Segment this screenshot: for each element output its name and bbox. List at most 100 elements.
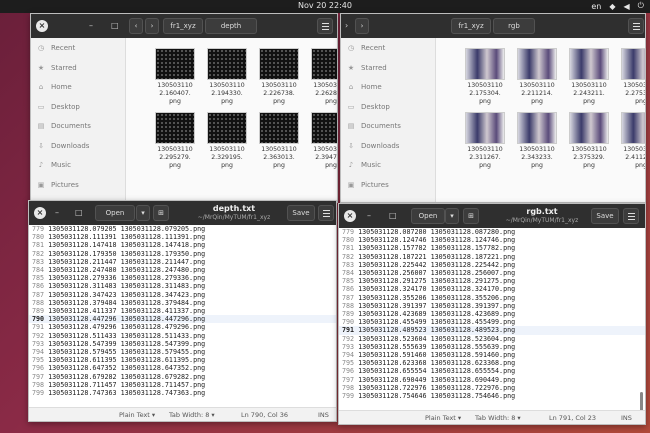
file-item[interactable]: 130503110 2.175304. png bbox=[458, 48, 512, 106]
maximize-button[interactable]: □ bbox=[111, 21, 119, 30]
text-line[interactable]: 781 1305031128.147418 1305031128.147418.… bbox=[29, 241, 336, 249]
text-line[interactable]: 796 1305031128.655554 1305031128.655554.… bbox=[339, 367, 645, 375]
text-line[interactable]: 783 1305031128.211447 1305031128.211447.… bbox=[29, 258, 336, 266]
text-line[interactable]: 782 1305031128.187221 1305031128.187221.… bbox=[339, 253, 645, 261]
forward-button[interactable]: › bbox=[145, 18, 159, 34]
menu-icon[interactable] bbox=[318, 205, 334, 221]
minimize-button[interactable]: – bbox=[55, 208, 59, 217]
sidebar-item[interactable]: ⌂ Home bbox=[37, 83, 72, 91]
text-line[interactable]: 792 1305031128.511433 1305031128.511433.… bbox=[29, 332, 336, 340]
text-line[interactable]: 799 1305031128.754646 1305031128.754646.… bbox=[339, 392, 645, 400]
file-item[interactable]: 130503110 2.194330. png bbox=[200, 48, 254, 106]
language-indicator[interactable]: en bbox=[591, 2, 601, 11]
file-item[interactable]: 130503110 2.311267. png bbox=[458, 112, 512, 170]
sidebar-item[interactable]: ⌂ Home bbox=[347, 83, 382, 91]
language-selector[interactable]: Plain Text ▾ bbox=[119, 411, 155, 419]
text-line[interactable]: 794 1305031128.591460 1305031128.591460.… bbox=[339, 351, 645, 359]
menu-icon[interactable] bbox=[623, 208, 639, 224]
text-line[interactable]: 786 1305031128.311483 1305031128.311483.… bbox=[29, 282, 336, 290]
maximize-button[interactable]: □ bbox=[75, 208, 83, 217]
text-line[interactable]: 793 1305031128.555639 1305031128.555639.… bbox=[339, 343, 645, 351]
sidebar-item[interactable]: ▤ Documents bbox=[37, 122, 91, 130]
menu-icon[interactable] bbox=[317, 18, 333, 34]
text-line[interactable]: 788 1305031128.391397 1305031128.391397.… bbox=[339, 302, 645, 310]
tab-width-selector[interactable]: Tab Width: 8 ▾ bbox=[169, 411, 215, 419]
text-line[interactable]: 779 1305031128.087280 1305031128.087280.… bbox=[339, 228, 645, 236]
path-current-button[interactable]: rgb bbox=[493, 18, 535, 34]
file-item[interactable]: 1305031102.411258.png bbox=[614, 112, 645, 170]
maximize-button[interactable]: □ bbox=[389, 211, 397, 220]
language-selector[interactable]: Plain Text ▾ bbox=[425, 414, 461, 422]
file-item[interactable]: 130503110 2.375329. png bbox=[562, 112, 616, 170]
text-line[interactable]: 784 1305031128.256007 1305031128.256007.… bbox=[339, 269, 645, 277]
sidebar-item[interactable]: ★ Starred bbox=[37, 64, 77, 72]
text-line[interactable]: 784 1305031128.247480 1305031128.247480.… bbox=[29, 266, 336, 274]
text-line[interactable]: 797 1305031128.690449 1305031128.690449.… bbox=[339, 376, 645, 384]
file-item[interactable]: 130503110 2.363013. png bbox=[252, 112, 306, 170]
editor-text-area[interactable]: 779 1305031128.079205 1305031128.079205.… bbox=[29, 225, 336, 407]
text-line[interactable]: 792 1305031128.523604 1305031128.523604.… bbox=[339, 335, 645, 343]
file-item[interactable]: 130503110 2.160407. png bbox=[148, 48, 202, 106]
sidebar-item[interactable]: ▣ Pictures bbox=[347, 181, 389, 189]
forward-button[interactable]: › bbox=[355, 18, 369, 34]
path-current-button[interactable]: depth bbox=[205, 18, 257, 34]
file-item[interactable]: 130503110 2.243211. png bbox=[562, 48, 616, 106]
open-dropdown-button[interactable]: ▾ bbox=[445, 208, 459, 224]
text-line[interactable]: 781 1305031128.157782 1305031128.157782.… bbox=[339, 244, 645, 252]
text-line[interactable]: 790 1305031128.447296 1305031128.447296.… bbox=[29, 315, 336, 324]
sidebar-item[interactable]: ◷ Recent bbox=[347, 44, 385, 52]
new-document-button[interactable]: ⊞ bbox=[463, 208, 479, 224]
text-line[interactable]: 788 1305031128.379484 1305031128.379484.… bbox=[29, 299, 336, 307]
text-line[interactable]: 783 1305031128.225442 1305031128.225442.… bbox=[339, 261, 645, 269]
text-line[interactable]: 795 1305031128.611395 1305031128.611395.… bbox=[29, 356, 336, 364]
text-line[interactable]: 779 1305031128.079205 1305031128.079205.… bbox=[29, 225, 336, 233]
editor-text-area[interactable]: 779 1305031128.087280 1305031128.087280.… bbox=[339, 228, 645, 410]
insert-mode[interactable]: INS bbox=[318, 411, 329, 419]
text-line[interactable]: 791 1305031128.479296 1305031128.479296.… bbox=[29, 323, 336, 331]
clock[interactable]: Nov 20 22:40 bbox=[0, 1, 650, 10]
text-line[interactable]: 786 1305031128.324170 1305031128.324170.… bbox=[339, 285, 645, 293]
back-button[interactable]: › bbox=[345, 21, 348, 30]
text-line[interactable]: 787 1305031128.347423 1305031128.347423.… bbox=[29, 291, 336, 299]
menu-icon[interactable] bbox=[628, 18, 644, 34]
open-dropdown-button[interactable]: ▾ bbox=[136, 205, 150, 221]
text-line[interactable]: 794 1305031128.579455 1305031128.579455.… bbox=[29, 348, 336, 356]
minimize-button[interactable]: – bbox=[367, 211, 371, 220]
text-line[interactable]: 780 1305031128.111391 1305031128.111391.… bbox=[29, 233, 336, 241]
close-button[interactable]: × bbox=[344, 210, 356, 222]
text-line[interactable]: 787 1305031128.355206 1305031128.355206.… bbox=[339, 294, 645, 302]
text-line[interactable]: 793 1305031128.547399 1305031128.547399.… bbox=[29, 340, 336, 348]
power-icon[interactable]: ⏻ bbox=[638, 1, 644, 11]
cursor-position[interactable]: Ln 790, Col 36 bbox=[241, 411, 288, 419]
close-button[interactable]: × bbox=[36, 20, 48, 32]
save-button[interactable]: Save bbox=[287, 205, 315, 221]
file-item[interactable]: 130503110 2.329195. png bbox=[200, 112, 254, 170]
text-line[interactable]: 798 1305031128.711457 1305031128.711457.… bbox=[29, 381, 336, 389]
minimize-button[interactable]: – bbox=[89, 21, 93, 30]
text-line[interactable]: 782 1305031128.179350 1305031128.179350.… bbox=[29, 250, 336, 258]
sidebar-item[interactable]: ♪ Music bbox=[347, 161, 381, 169]
save-button[interactable]: Save bbox=[591, 208, 619, 224]
text-line[interactable]: 789 1305031128.423689 1305031128.423689.… bbox=[339, 310, 645, 318]
sidebar-item[interactable]: ♪ Music bbox=[37, 161, 71, 169]
text-line[interactable]: 796 1305031128.647352 1305031128.647352.… bbox=[29, 364, 336, 372]
file-item[interactable]: 1305031102.275326.png bbox=[614, 48, 645, 106]
file-item[interactable]: 130503110 2.211214. png bbox=[510, 48, 564, 106]
text-line[interactable]: 798 1305031128.722976 1305031128.722976.… bbox=[339, 384, 645, 392]
text-line[interactable]: 799 1305031128.747363 1305031128.747363.… bbox=[29, 389, 336, 397]
scrollbar[interactable] bbox=[640, 392, 643, 412]
sidebar-item[interactable]: ◷ Recent bbox=[37, 44, 75, 52]
path-parent-button[interactable]: fr1_xyz bbox=[163, 18, 203, 34]
sidebar-item[interactable]: ⇩ Downloads bbox=[37, 142, 89, 150]
network-icon[interactable]: ◆ bbox=[609, 2, 615, 11]
tab-width-selector[interactable]: Tab Width: 8 ▾ bbox=[475, 414, 521, 422]
text-line[interactable]: 780 1305031128.124746 1305031128.124746.… bbox=[339, 236, 645, 244]
sidebar-item[interactable]: ⇩ Downloads bbox=[347, 142, 399, 150]
file-item[interactable]: 130503110 2.226738. png bbox=[252, 48, 306, 106]
open-button[interactable]: Open bbox=[411, 208, 445, 224]
file-item[interactable]: 1305031102.394772.png bbox=[304, 112, 337, 170]
sidebar-item[interactable]: ★ Starred bbox=[347, 64, 387, 72]
text-line[interactable]: 791 1305031128.489523 1305031128.489523.… bbox=[339, 326, 645, 335]
text-line[interactable]: 785 1305031128.279336 1305031128.279336.… bbox=[29, 274, 336, 282]
open-button[interactable]: Open bbox=[95, 205, 135, 221]
